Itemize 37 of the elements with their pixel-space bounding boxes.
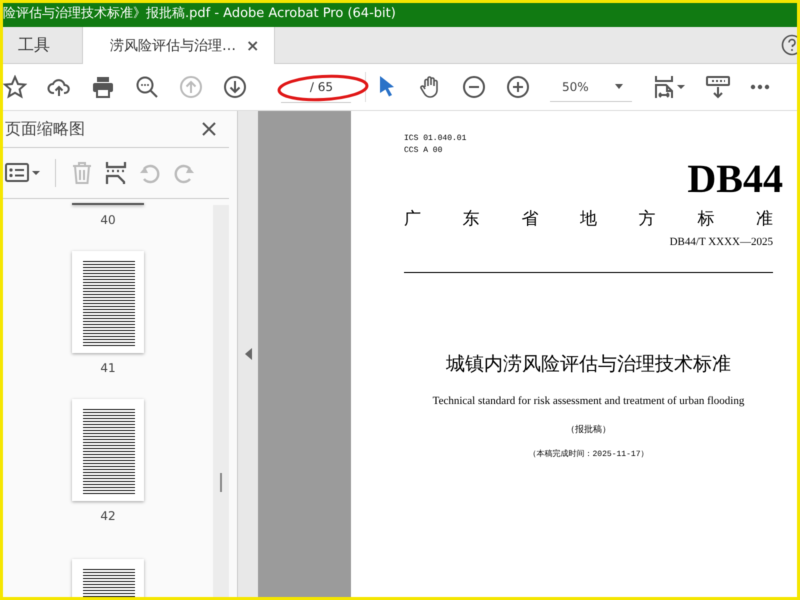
scrollbar-thumb[interactable]: [220, 473, 222, 492]
zoom-out-icon[interactable]: [462, 75, 486, 99]
insert-page-icon[interactable]: [104, 161, 128, 185]
help-icon[interactable]: [781, 34, 797, 56]
ics-code: ICS 01.040.01: [404, 133, 468, 145]
completion-date: （本稿完成时间：2025-11-17）: [527, 448, 650, 459]
star-icon[interactable]: [3, 75, 27, 99]
window-title: 险评估与治理技术标准》报批稿.pdf - Adobe Acrobat Pro (64-bit): [3, 3, 797, 27]
collapse-arrow-icon[interactable]: [244, 348, 252, 360]
page-number-label: 40: [100, 213, 116, 227]
panel-title: 页面缩略图: [5, 118, 85, 140]
standard-number: DB44/T XXXX—2025: [668, 236, 774, 248]
more-icon[interactable]: [750, 84, 770, 90]
standard-category: 广东省地方标准: [404, 208, 773, 231]
print-icon[interactable]: [91, 75, 115, 99]
trash-icon: [70, 161, 94, 185]
page-number-label: 41: [100, 361, 116, 375]
ccs-code: CCS A 00: [404, 145, 444, 157]
tab[interactable]: 涝风险评估与治理… ×: [83, 27, 275, 64]
page-number-label: 42: [100, 509, 116, 523]
list-options-icon[interactable]: [5, 161, 41, 185]
english-title: Technical standard for risk assessment and treatment of urban flooding: [432, 395, 746, 407]
caret-icon: [614, 84, 623, 89]
page-thumbnail[interactable]: [72, 251, 144, 353]
zoom-search-icon[interactable]: [135, 75, 159, 99]
scroll-mode-icon[interactable]: [706, 75, 730, 99]
standard-code: DB44: [686, 161, 783, 197]
zoom-in-icon[interactable]: [506, 75, 530, 99]
page-total: / 65: [310, 80, 333, 94]
fit-page-icon[interactable]: [654, 75, 686, 99]
zoom-dropdown[interactable]: 50%: [550, 72, 632, 102]
pointer-icon[interactable]: [378, 75, 396, 97]
draft-stage: （报批稿）: [565, 423, 612, 436]
close-icon[interactable]: [201, 121, 217, 137]
page-thumbnail[interactable]: [72, 399, 144, 501]
close-icon[interactable]: ×: [246, 36, 260, 55]
document-title: 城镇内涝风险评估与治理技术标准: [445, 352, 732, 377]
